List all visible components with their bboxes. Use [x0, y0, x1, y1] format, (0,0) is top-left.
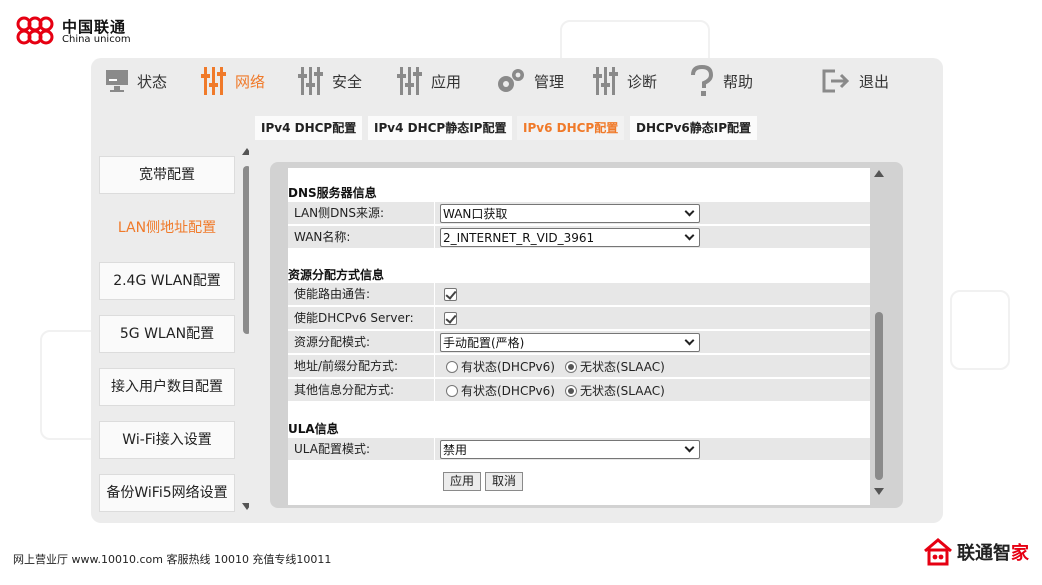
alloc-mode-label: 资源分配模式:: [294, 335, 371, 349]
scroll-down-icon[interactable]: [874, 488, 884, 495]
question-icon: [691, 65, 714, 96]
footer-brand-name: 联通智家: [957, 539, 1029, 565]
unicom-knot-icon: [16, 16, 54, 45]
ula-mode-select[interactable]: 禁用: [440, 440, 700, 459]
nav-logout[interactable]: 退出: [821, 65, 889, 97]
addr-alloc-row: 地址/前缀分配方式: 有状态(DHCPv6) 无状态(SLAAC): [288, 355, 870, 378]
alloc-mode-row: 资源分配模式: 手动配置(严格): [288, 331, 870, 354]
sidebar-item-wlan-24g[interactable]: 2.4G WLAN配置: [99, 262, 235, 300]
monitor-icon: [106, 70, 128, 92]
nav-diagnose[interactable]: 诊断: [593, 65, 657, 97]
footer-brand: 联通智家: [923, 538, 1029, 566]
ula-mode-label: ULA配置模式:: [294, 442, 370, 456]
nav-apps[interactable]: 应用: [397, 65, 461, 97]
sidebar-scrollbar[interactable]: [242, 148, 249, 518]
alloc-mode-select[interactable]: 手动配置(严格): [440, 333, 700, 352]
sliders-icon: [298, 67, 323, 95]
nav-network-label: 网络: [235, 72, 266, 91]
tab-ipv6-dhcp[interactable]: IPv6 DHCP配置: [517, 116, 625, 140]
top-nav: 状态 网络 安全 应用 管理 诊断 帮助 退出: [91, 58, 943, 104]
ipv6-dhcp-form: DNS服务器信息 LAN侧DNS来源: WAN口获取 WAN名称: 2_INTE…: [288, 168, 870, 505]
sidebar-item-wlan-5g[interactable]: 5G WLAN配置: [99, 315, 235, 353]
sidebar-item-user-count[interactable]: 接入用户数目配置: [99, 368, 235, 406]
dhcpv6-server-checkbox[interactable]: [444, 312, 457, 325]
router-advert-checkbox[interactable]: [444, 288, 457, 301]
other-alloc-row: 其他信息分配方式: 有状态(DHCPv6) 无状态(SLAAC): [288, 379, 870, 402]
scroll-up-icon[interactable]: [874, 170, 884, 177]
dns-source-select[interactable]: WAN口获取: [440, 204, 700, 223]
nav-help-label: 帮助: [723, 72, 754, 91]
sidebar-item-lan-address[interactable]: LAN侧地址配置: [99, 209, 235, 247]
brand-main-text: 联通智: [957, 543, 1011, 564]
nav-security[interactable]: 安全: [298, 65, 362, 97]
smart-home-icon: [924, 538, 952, 566]
ula-mode-row: ULA配置模式: 禁用: [288, 438, 870, 461]
nav-security-label: 安全: [332, 72, 363, 91]
sidebar-item-wifi-access[interactable]: Wi-Fi接入设置: [99, 421, 235, 459]
nav-manage[interactable]: 管理: [494, 65, 564, 97]
router-advert-label: 使能路由通告:: [294, 287, 371, 301]
sidebar-item-backup-wifi5[interactable]: 备份WiFi5网络设置: [99, 474, 235, 512]
other-alloc-radios: 有状态(DHCPv6) 无状态(SLAAC): [446, 379, 675, 402]
tab-ipv4-dhcp[interactable]: IPv4 DHCP配置: [255, 116, 363, 140]
other-stateful-radio[interactable]: [446, 384, 458, 397]
other-alloc-label: 其他信息分配方式:: [294, 383, 395, 397]
footer-info: 网上营业厅 www.10010.com 客服热线 10010 充值专线10011: [13, 553, 332, 566]
sub-tabs: IPv4 DHCP配置 IPv4 DHCP静态IP配置 IPv6 DHCP配置 …: [91, 116, 943, 140]
scroll-thumb[interactable]: [243, 166, 249, 334]
alloc-section-title: 资源分配方式信息: [288, 268, 385, 282]
apply-button[interactable]: 应用: [443, 472, 482, 491]
china-unicom-logo: 中国联通 China unicom: [12, 14, 152, 48]
sliders-icon: [593, 67, 618, 95]
dhcpv6-server-row: 使能DHCPv6 Server:: [288, 307, 870, 330]
tab-dhcpv6-static[interactable]: DHCPv6静态IP配置: [630, 116, 758, 140]
tab-ipv4-dhcp-static[interactable]: IPv4 DHCP静态IP配置: [368, 116, 513, 140]
background-decoration: [950, 290, 1010, 370]
sidebar-item-broadband[interactable]: 宽带配置: [99, 156, 235, 194]
sidebar: 宽带配置 LAN侧地址配置 2.4G WLAN配置 5G WLAN配置 接入用户…: [99, 148, 249, 518]
dns-section-title: DNS服务器信息: [288, 186, 377, 200]
ula-section-title: ULA信息: [288, 422, 339, 436]
scroll-down-icon[interactable]: [242, 503, 249, 510]
nav-manage-label: 管理: [534, 72, 565, 91]
dhcpv6-server-label: 使能DHCPv6 Server:: [294, 311, 414, 325]
brand-accent-text: 家: [1011, 543, 1029, 564]
main-panel: 状态 网络 安全 应用 管理 诊断 帮助 退出 IPv4 DHCP配置 IPv4…: [91, 58, 943, 523]
addr-alloc-radios: 有状态(DHCPv6) 无状态(SLAAC): [446, 355, 675, 378]
nav-network[interactable]: 网络: [201, 65, 265, 97]
addr-stateless-radio[interactable]: [564, 360, 577, 373]
nav-apps-label: 应用: [431, 72, 462, 91]
brand-en: China unicom: [62, 34, 131, 45]
nav-status[interactable]: 状态: [105, 65, 167, 97]
sliders-icon: [201, 67, 226, 95]
router-advert-row: 使能路由通告:: [288, 283, 870, 306]
scroll-up-icon[interactable]: [242, 148, 249, 155]
nav-diagnose-label: 诊断: [627, 72, 658, 91]
nav-status-label: 状态: [137, 72, 168, 91]
dns-source-row: LAN侧DNS来源: WAN口获取: [288, 202, 870, 225]
content-scrollbar[interactable]: [873, 162, 885, 508]
cancel-button[interactable]: 取消: [485, 472, 524, 491]
gears-icon: [498, 69, 524, 92]
other-stateless-label: 无状态(SLAAC): [579, 384, 665, 398]
sliders-icon: [397, 67, 422, 95]
wan-name-row: WAN名称: 2_INTERNET_R_VID_3961: [288, 226, 870, 249]
nav-logout-label: 退出: [859, 72, 890, 91]
logout-icon: [822, 69, 850, 93]
addr-stateless-label: 无状态(SLAAC): [579, 360, 665, 374]
content-frame: DNS服务器信息 LAN侧DNS来源: WAN口获取 WAN名称: 2_INTE…: [270, 162, 903, 508]
nav-help[interactable]: 帮助: [689, 65, 753, 97]
addr-stateful-radio[interactable]: [446, 360, 458, 373]
other-stateful-label: 有状态(DHCPv6): [461, 384, 555, 398]
addr-stateful-label: 有状态(DHCPv6): [461, 360, 555, 374]
addr-alloc-label: 地址/前缀分配方式:: [294, 359, 399, 373]
wan-name-label: WAN名称:: [294, 230, 351, 244]
other-stateless-radio[interactable]: [564, 384, 577, 397]
wan-name-select[interactable]: 2_INTERNET_R_VID_3961: [440, 228, 700, 247]
dns-source-label: LAN侧DNS来源:: [294, 206, 385, 220]
scroll-thumb[interactable]: [875, 312, 883, 480]
